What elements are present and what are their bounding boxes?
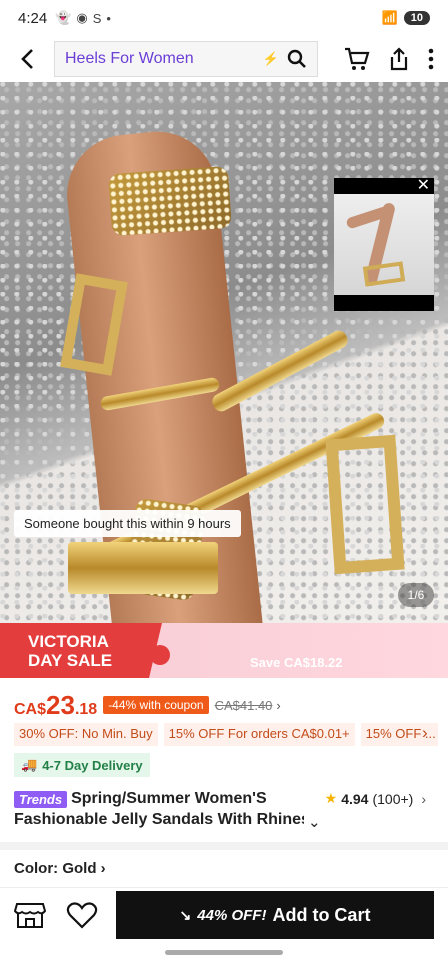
back-button[interactable] — [12, 43, 44, 75]
cta-discount: 44% OFF! — [197, 906, 267, 924]
video-preview[interactable]: ✕ — [334, 178, 434, 311]
close-icon[interactable]: ✕ — [417, 178, 430, 194]
color-selector[interactable]: Color: Gold › — [14, 860, 106, 877]
price-row: CA$ 23 .18 -44% with coupon CA$41.40 › — [14, 688, 434, 722]
product-image[interactable]: Someone bought this within 9 hours 1/6 — [0, 82, 448, 647]
sale-tag: VICTORIA DAY SALE — [0, 623, 162, 678]
price-cents: .18 — [74, 700, 98, 718]
sale-line2: DAY SALE — [28, 650, 113, 670]
status-time: 4:24 — [18, 9, 48, 27]
star-icon: ★ — [324, 790, 338, 806]
image-pager: 1/6 — [398, 583, 434, 607]
app-s-icon: S — [92, 10, 102, 26]
sale-banner[interactable]: VICTORIA DAY SALE Save CA$18.22 — [0, 623, 448, 678]
messenger-icon: ◉ — [76, 10, 88, 25]
promo-chip[interactable]: 15% OFF For orders CA$0.01+ — [163, 723, 355, 746]
add-to-cart-button[interactable]: ↘ 44% OFF! Add to Cart — [116, 891, 434, 939]
battery-icon: 10 — [403, 11, 430, 25]
search-field[interactable]: Heels For Women ⚡ — [54, 41, 318, 77]
dot-icon: • — [106, 10, 111, 26]
pager-text: 1/6 — [407, 588, 425, 602]
delivery-badge: 🚚 4-7 Day Delivery — [14, 753, 150, 777]
trending-icon: ⚡ — [262, 51, 279, 66]
rating-value: 4.94 — [341, 790, 369, 807]
toe-strap-jewels — [107, 165, 233, 237]
color-label: Color: Gold — [14, 860, 97, 877]
price-whole: 23 — [46, 689, 75, 720]
recent-purchase-toast: Someone bought this within 9 hours — [14, 510, 241, 537]
share-icon[interactable] — [388, 47, 410, 71]
store-icon[interactable] — [14, 901, 46, 929]
status-bar: 4:24 👻 ◉ S • 📶 10 — [0, 0, 448, 36]
front-shoe-sole — [68, 542, 218, 594]
top-bar: Heels For Women ⚡ — [0, 36, 448, 82]
video-thumbnail — [334, 194, 434, 295]
sale-line1: VICTORIA — [28, 631, 109, 651]
review-count: (100+) — [372, 790, 414, 807]
original-price: CA$41.40 — [214, 697, 273, 713]
section-divider — [0, 842, 448, 850]
back-arrow-icon — [21, 49, 33, 69]
battery-level: 10 — [410, 12, 423, 24]
rating[interactable]: ★ 4.94 (100+) › — [325, 790, 426, 807]
toast-text: Someone bought this within 9 hours — [24, 516, 231, 531]
chevron-right-icon[interactable]: › — [276, 698, 280, 713]
delivery-text: 4-7 Day Delivery — [42, 757, 143, 773]
product-title-block[interactable]: Trends Spring/Summer Women'S Fashionable… — [14, 788, 434, 833]
heel-shape — [325, 434, 405, 575]
system-nav-bar — [0, 944, 448, 960]
wishlist-heart-icon[interactable] — [66, 901, 98, 929]
price-currency: CA$ — [14, 700, 47, 718]
promo-chips: 30% OFF: No Min. Buy 15% OFF For orders … — [14, 723, 438, 746]
trends-badge: Trends — [14, 790, 68, 808]
expand-title-icon[interactable]: ⌄ — [308, 813, 321, 831]
color-chevron-icon: › — [100, 860, 106, 877]
cart-icon[interactable] — [344, 47, 370, 71]
bottom-action-bar: ↘ 44% OFF! Add to Cart — [0, 887, 448, 942]
product-title-line1: Spring/Summer Women'S — [71, 790, 267, 807]
wifi-icon: 📶 — [381, 10, 398, 25]
product-title-line2: Fashionable Jelly Sandals With Rhineston… — [14, 811, 304, 828]
snapchat-icon: 👻 — [55, 10, 72, 25]
current-price: CA$ 23 .18 — [14, 690, 97, 721]
promo-chip[interactable]: 30% OFF: No Min. Buy — [14, 723, 158, 746]
promo-chevron-icon[interactable]: › — [422, 723, 428, 743]
coupon-badge: -44% with coupon — [103, 696, 209, 714]
trend-down-icon: ↘ — [179, 906, 192, 923]
sale-sparkle-icon — [150, 645, 170, 665]
save-amount: Save CA$18.22 — [250, 655, 343, 670]
more-vertical-icon[interactable] — [428, 47, 434, 71]
search-query: Heels For Women — [65, 50, 194, 67]
search-icon[interactable] — [287, 49, 307, 69]
notification-icons: 👻 ◉ S • — [55, 10, 111, 26]
home-gesture-pill[interactable] — [165, 949, 283, 955]
cta-label: Add to Cart — [272, 904, 371, 925]
rating-chevron-icon: › — [421, 790, 426, 807]
truck-icon: 🚚 — [21, 757, 38, 772]
